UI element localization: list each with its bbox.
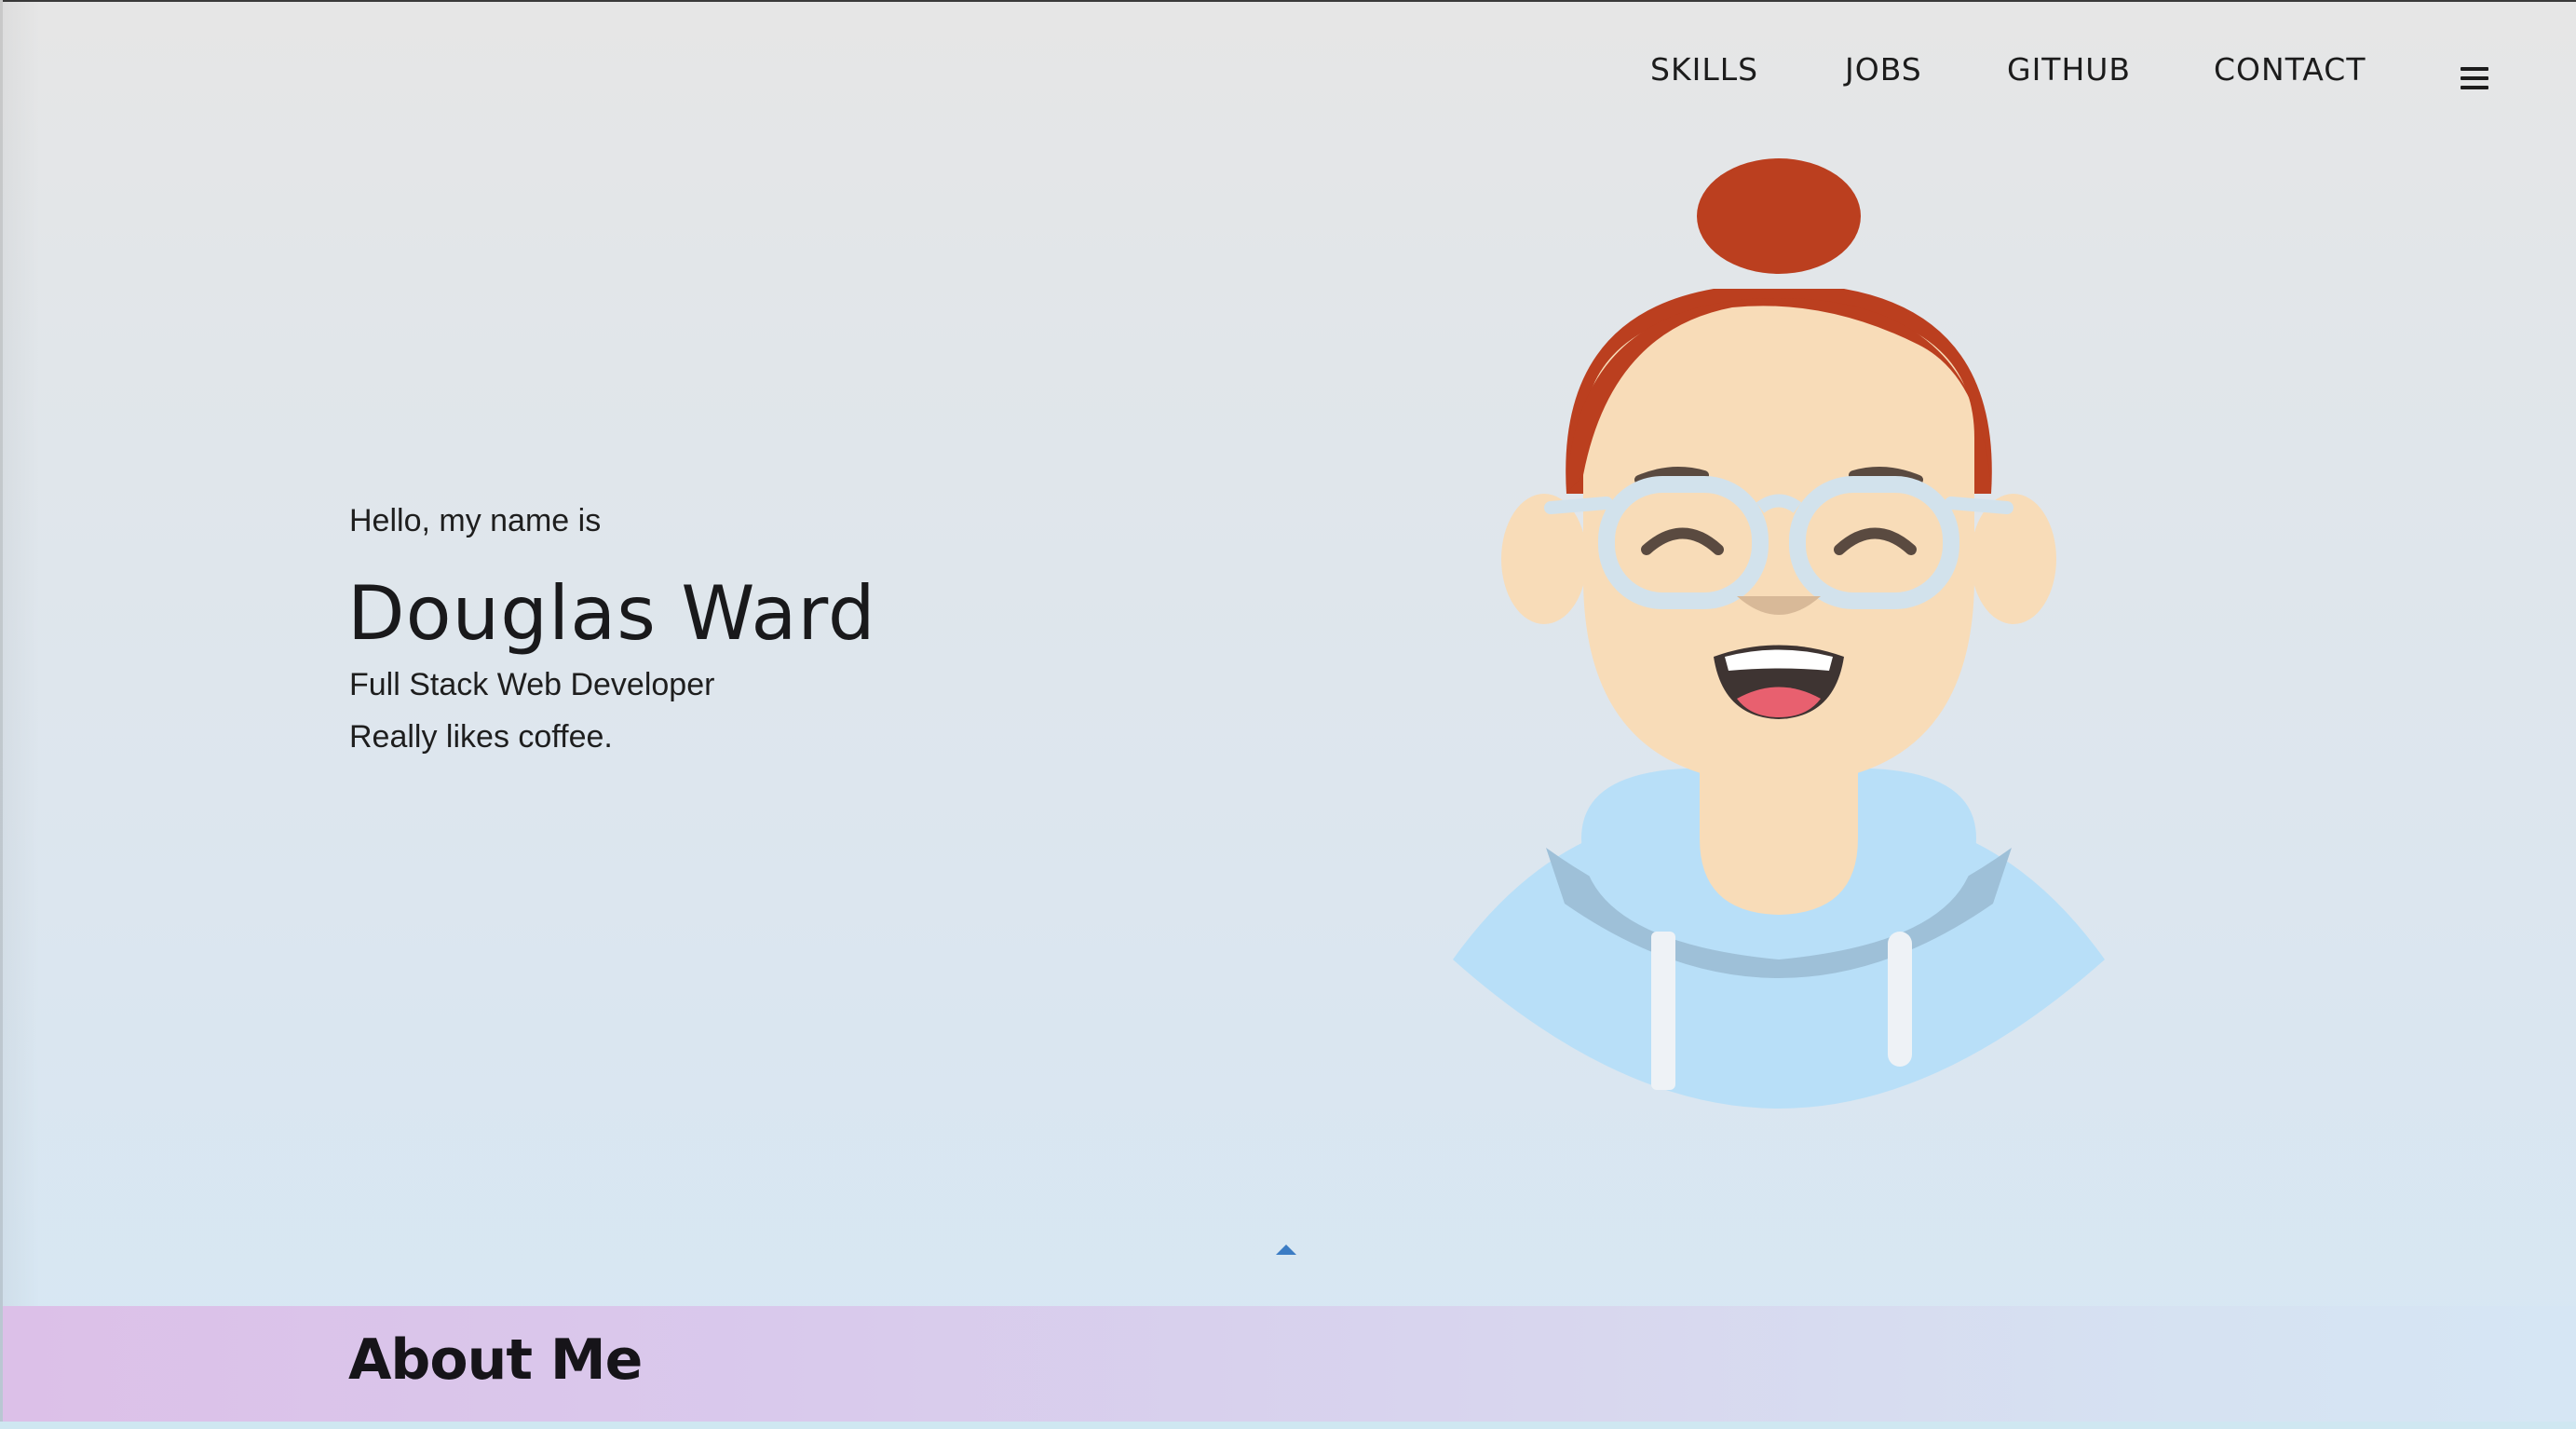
window-top-edge [0, 0, 2576, 2]
nav-link-github[interactable]: GITHUB [2007, 51, 2131, 88]
avatar-illustration [1453, 158, 2105, 1109]
window-left-shadow [3, 0, 40, 1429]
glasses-arm-right [1945, 497, 2013, 514]
hero-job-title: Full Stack Web Developer [349, 667, 715, 702]
page-bottom-strip [0, 1422, 2576, 1429]
hair-bun [1697, 158, 1861, 274]
hero-name: Douglas Ward [347, 570, 876, 657]
hero-tagline: Really likes coffee. [349, 719, 613, 755]
hoodie-string-left [1651, 932, 1675, 1090]
nav-link-jobs[interactable]: JOBS [1845, 51, 1922, 88]
hamburger-menu-icon[interactable] [2461, 67, 2488, 93]
hoodie-string-right [1888, 932, 1912, 1067]
hero-greeting: Hello, my name is [349, 503, 602, 538]
ear-left [1501, 494, 1587, 624]
caret-up-icon[interactable] [1276, 1245, 1296, 1255]
glasses-bridge [1756, 494, 1802, 513]
about-heading: About Me [348, 1327, 643, 1393]
nav-link-skills[interactable]: SKILLS [1650, 51, 1758, 88]
nav-link-contact[interactable]: CONTACT [2214, 51, 2366, 88]
glasses-arm-left [1544, 497, 1613, 514]
ear-right [1971, 494, 2056, 624]
